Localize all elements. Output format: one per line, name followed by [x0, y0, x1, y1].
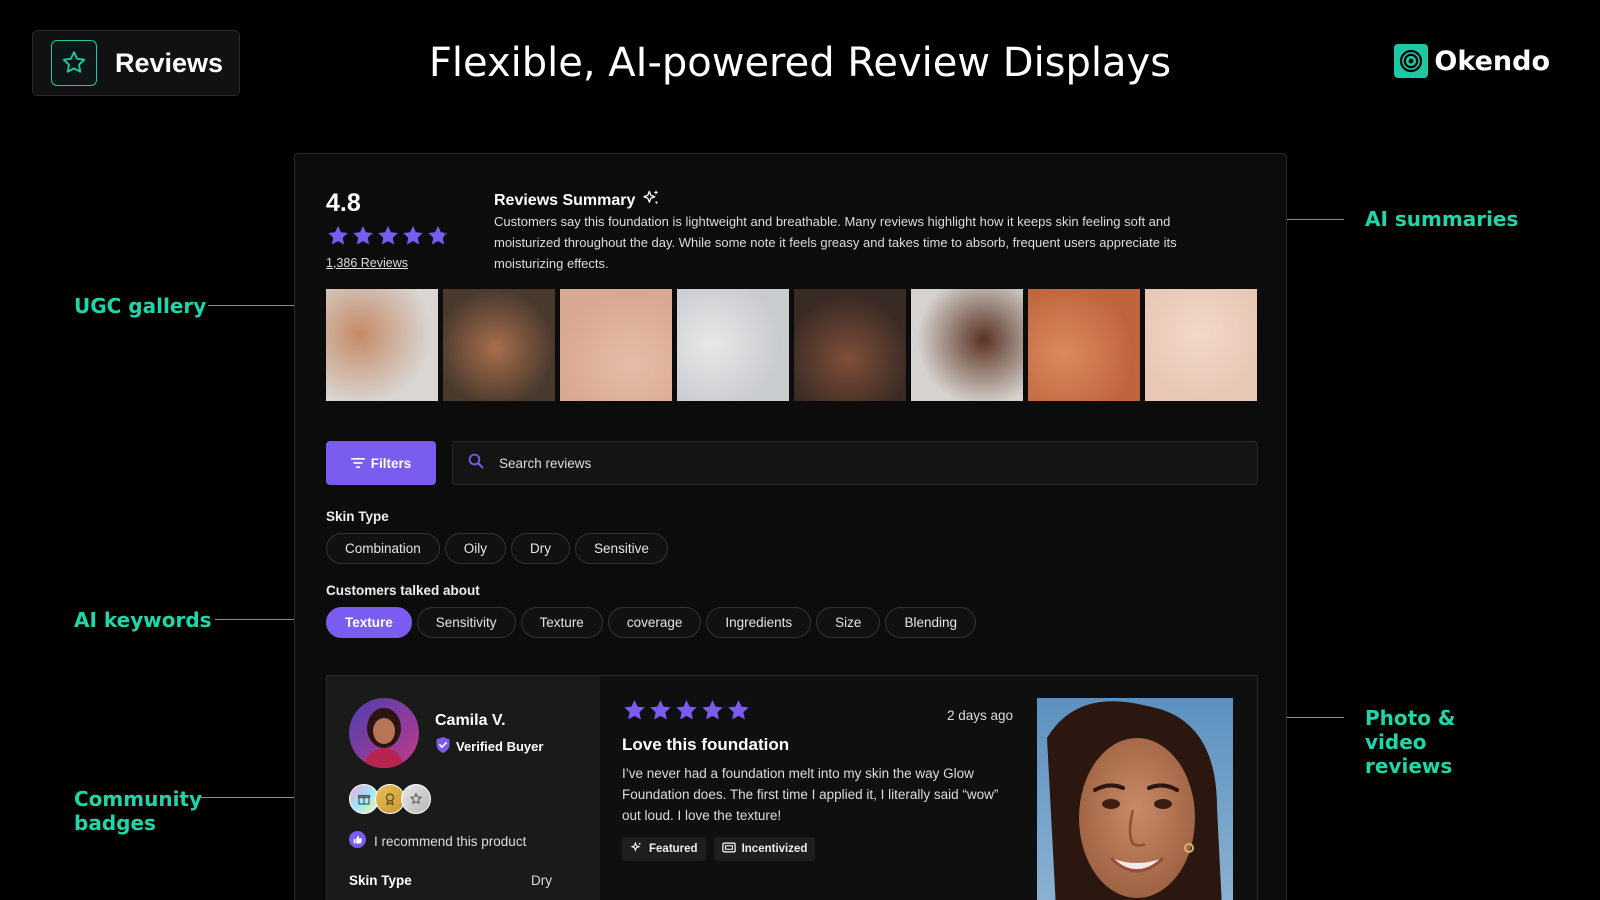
search-input[interactable]	[499, 455, 1199, 471]
search-bar[interactable]	[452, 441, 1258, 485]
incentivized-tag: Incentivized	[713, 837, 816, 861]
recommend-row: I recommend this product	[349, 831, 526, 851]
star-badge-icon	[401, 784, 431, 814]
filter-icon	[350, 458, 365, 468]
star-icon	[428, 226, 448, 245]
reviews-summary-heading: Reviews Summary	[494, 188, 661, 213]
gallery-photo-hand-dropper-bottle[interactable]	[326, 289, 438, 401]
review-count-link[interactable]: 1,386 Reviews	[326, 256, 408, 270]
star-icon	[353, 226, 373, 245]
gallery-photo-hands-bottle[interactable]	[911, 289, 1023, 401]
skin-type-chip[interactable]: Dry	[511, 533, 571, 564]
ugc-gallery	[326, 289, 1257, 401]
review-date: 2 days ago	[947, 708, 1014, 723]
reviewer-profile: Camila V. Verified Buyer I recommend thi…	[327, 676, 600, 900]
average-rating: 4.8	[326, 189, 361, 217]
keyword-chip[interactable]: Size	[816, 607, 881, 638]
review-tags: Featured Incentivized	[622, 837, 816, 861]
keyword-chip[interactable]: Ingredients	[706, 607, 812, 638]
filters-label: Filters	[370, 455, 412, 471]
review-card: Camila V. Verified Buyer I recommend thi…	[326, 675, 1258, 900]
skin-type-label: Skin Type	[326, 509, 389, 524]
incentivized-label: Incentivized	[741, 843, 808, 855]
keyword-chip[interactable]: Sensitivity	[416, 607, 516, 638]
ticket-icon	[721, 842, 736, 856]
review-title: Love this foundation	[622, 735, 790, 754]
skin-type-chip[interactable]: Sensitive	[575, 533, 668, 564]
gallery-photo-eye-closeup[interactable]	[1028, 289, 1140, 401]
featured-tag: Featured	[622, 837, 706, 861]
review-stars	[622, 698, 751, 723]
sparkle-icon	[630, 841, 643, 857]
gallery-photo-face-dropper[interactable]	[1145, 289, 1257, 401]
review-photo[interactable]	[1037, 698, 1233, 900]
callout-ugc-gallery: UGC gallery	[74, 294, 207, 318]
keyword-chip[interactable]: coverage	[607, 607, 702, 638]
gallery-photo-skin-closeup[interactable]	[560, 289, 672, 401]
star-icon	[650, 700, 671, 720]
sparkle-icon	[641, 188, 661, 213]
search-icon	[467, 452, 485, 475]
keyword-chip[interactable]: Texture	[326, 607, 412, 638]
verified-label: Verified Buyer	[456, 739, 544, 754]
skin-type-chip[interactable]: Combination	[326, 533, 440, 564]
star-icon	[728, 700, 749, 720]
callout-ai-summaries: AI summaries	[1365, 207, 1519, 231]
star-icon	[328, 226, 348, 245]
thumbs-up-icon	[349, 831, 366, 851]
review-body: I’ve never had a foundation melt into my…	[622, 766, 999, 823]
callout-line	[200, 797, 309, 798]
keyword-chip[interactable]: Texture	[520, 607, 603, 638]
recommend-text: I recommend this product	[374, 833, 527, 849]
page-title: Flexible, AI-powered Review Displays	[428, 40, 1172, 86]
reviews-summary-text: Customers say this foundation is lightwe…	[494, 214, 1177, 271]
okendo-logo: Okendo	[1394, 44, 1550, 78]
star-icon	[676, 700, 697, 720]
keywords-label: Customers talked about	[326, 583, 480, 598]
skin-type-chip[interactable]: Oily	[444, 533, 507, 564]
filters-button[interactable]: Filters	[326, 441, 436, 485]
reviews-widget: 4.8 1,386 Reviews Reviews Summary Custom…	[294, 153, 1287, 900]
attribute-label: Skin Type	[349, 873, 412, 888]
gallery-photo-smiling-woman[interactable]	[443, 289, 555, 401]
reviewer-name: Camila V.	[435, 712, 506, 729]
star-icon	[378, 226, 398, 245]
okendo-mark-icon	[1394, 44, 1429, 78]
gallery-photo-dropper-serum[interactable]	[677, 289, 789, 401]
callout-ai-keywords: AI keywords	[74, 608, 212, 632]
community-badges	[349, 784, 431, 814]
skin-type-chips: Combination Oily Dry Sensitive	[326, 533, 668, 564]
reviews-summary-title: Reviews Summary	[494, 191, 636, 209]
star-icon	[403, 226, 423, 245]
rating-stars	[326, 224, 450, 248]
star-icon	[702, 700, 723, 720]
verified-buyer-badge: Verified Buyer	[435, 736, 543, 757]
shield-check-icon	[435, 736, 451, 757]
keyword-chip[interactable]: Blending	[885, 607, 976, 638]
callout-photo-video-reviews: Photo & video reviews	[1365, 706, 1456, 778]
attribute-value: Dry	[531, 873, 552, 888]
logo-text: Okendo	[1434, 45, 1550, 77]
keyword-chips: Texture Sensitivity Texture coverage Ingredi…	[326, 607, 976, 638]
callout-community-badges: Community badges	[74, 787, 203, 835]
gallery-photo-profile-woman[interactable]	[794, 289, 906, 401]
featured-label: Featured	[649, 843, 698, 855]
star-icon	[624, 700, 645, 720]
reviewer-avatar	[349, 698, 419, 768]
